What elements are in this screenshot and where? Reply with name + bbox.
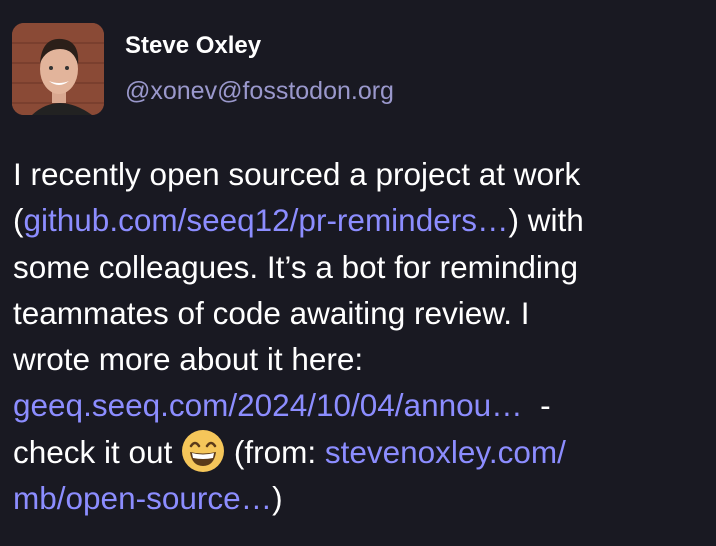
author-handle[interactable]: @xonev@fosstodon.org — [125, 77, 394, 106]
text: ) — [272, 480, 283, 517]
author-display-name[interactable]: Steve Oxley — [125, 32, 261, 60]
text: check it out — [13, 433, 182, 470]
avatar[interactable] — [12, 23, 104, 115]
blog-link[interactable]: geeq.seeq.com/2024/10/04/annou… — [13, 387, 523, 423]
content-line: teammates of code awaiting review. I — [13, 294, 530, 331]
post-content: I recently open sourced a project at wor… — [13, 151, 584, 521]
content-line: geeq.seeq.com/2024/10/04/annou… - — [13, 382, 584, 428]
github-link[interactable]: github.com/seeq12/pr-reminders… — [24, 202, 509, 238]
text: ) with — [508, 202, 584, 239]
content-line: wrote more about it here: — [13, 341, 364, 378]
source-link-continued[interactable]: mb/open-source… — [13, 480, 272, 516]
content-line: some colleagues. It’s a bot for remindin… — [13, 248, 578, 285]
content-line: I recently open sourced a project at wor… — [13, 156, 581, 192]
avatar-photo-icon — [12, 23, 104, 115]
text: ( — [13, 202, 24, 239]
text: - — [522, 387, 551, 424]
content-line: (github.com/seeq12/pr-reminders…) with — [13, 197, 584, 243]
text: (from: — [225, 433, 325, 470]
content-line: mb/open-source…) — [13, 475, 584, 521]
source-link[interactable]: stevenoxley.com/ — [325, 434, 566, 470]
grinning-face-emoji-icon — [182, 429, 225, 472]
content-line: check it out (from: stevenoxley.com/ — [13, 429, 584, 475]
